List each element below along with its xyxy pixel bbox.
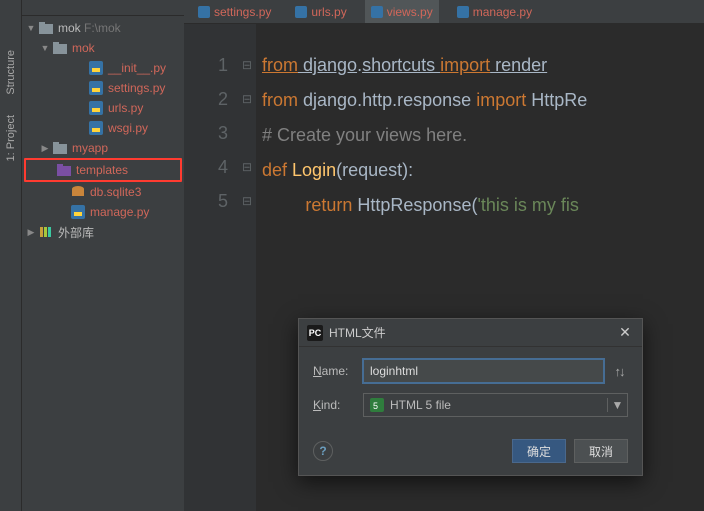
tab-views[interactable]: views.py (365, 0, 439, 23)
cancel-button[interactable]: 取消 (574, 439, 628, 463)
python-file-icon (88, 100, 104, 116)
name-label: Name: (313, 364, 363, 378)
tree-folder-myapp[interactable]: ▶ myapp (22, 138, 184, 158)
tab-manage[interactable]: manage.py (451, 0, 538, 23)
dialog-title: HTML文件 (329, 324, 616, 341)
python-file-icon (70, 204, 86, 220)
library-icon (38, 224, 54, 240)
tree-file-settings[interactable]: settings.py (22, 78, 184, 98)
python-file-icon (88, 120, 104, 136)
kind-select[interactable]: 5 HTML 5 file ▼ (363, 393, 628, 417)
tree-root[interactable]: ▼ mok F:\mok (22, 18, 184, 38)
tab-urls[interactable]: urls.py (289, 0, 352, 23)
tree-pkg-mok[interactable]: ▼ mok (22, 38, 184, 58)
tool-window-stripe: Structure 1: Project (0, 0, 22, 511)
html5-file-icon: 5 (370, 398, 384, 412)
tree-file-wsgi[interactable]: wsgi.py (22, 118, 184, 138)
sort-icon[interactable]: ↑↓ (610, 364, 628, 379)
fold-marker-icon: ⊟ (238, 48, 256, 82)
folder-icon (38, 20, 54, 36)
kind-label: Kind: (313, 398, 363, 412)
editor-tab-bar: settings.py urls.py views.py manage.py (184, 0, 704, 24)
python-file-icon (88, 80, 104, 96)
tree-file-urls[interactable]: urls.py (22, 98, 184, 118)
tool-tab-structure[interactable]: Structure (5, 50, 17, 95)
close-icon[interactable]: ✕ (616, 324, 634, 341)
db-file-icon (70, 184, 86, 200)
new-file-dialog: PC HTML文件 ✕ Name: ↑↓ Kind: 5 HTML 5 file… (298, 318, 643, 476)
tree-file-init[interactable]: __init__.py (22, 58, 184, 78)
tool-tab-project[interactable]: 1: Project (5, 115, 17, 161)
name-input[interactable] (363, 359, 604, 383)
fold-column: ⊟⊟⊟⊟ (238, 24, 256, 511)
line-number-gutter: 12345 (184, 24, 238, 511)
tree-file-db[interactable]: db.sqlite3 (22, 182, 184, 202)
pycharm-logo-icon: PC (307, 325, 323, 341)
chevron-down-icon: ▼ (607, 398, 627, 412)
tab-settings[interactable]: settings.py (192, 0, 277, 23)
tree-folder-templates[interactable]: templates (26, 160, 180, 180)
folder-icon (52, 140, 68, 156)
folder-icon (52, 40, 68, 56)
project-tree-panel: ▼ mok F:\mok ▼ mok __init__.py settings.… (22, 0, 184, 511)
ok-button[interactable]: 确定 (512, 439, 566, 463)
template-folder-icon (56, 162, 72, 178)
python-file-icon (88, 60, 104, 76)
help-icon[interactable]: ? (313, 441, 333, 461)
tree-ext-libs[interactable]: ▶ 外部库 (22, 222, 184, 242)
tree-file-manage[interactable]: manage.py (22, 202, 184, 222)
svg-text:5: 5 (373, 401, 378, 411)
